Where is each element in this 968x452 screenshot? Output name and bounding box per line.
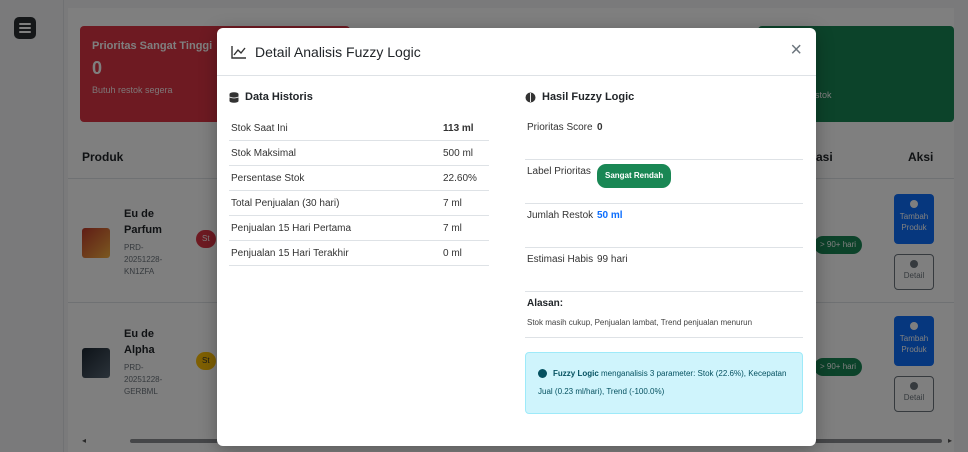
brain-icon <box>525 92 536 102</box>
priority-score-row: Prioritas Score 0 <box>525 116 803 160</box>
historical-data-section: Data Historis Stok Saat Ini 113 ml Stok M… <box>229 88 489 266</box>
close-icon[interactable]: × <box>790 40 802 60</box>
database-icon <box>229 91 239 103</box>
table-row: Stok Maksimal 500 ml <box>229 141 489 166</box>
fuzzy-detail-modal: Detail Analisis Fuzzy Logic × Data Histo… <box>217 28 816 446</box>
table-row: Total Penjualan (30 hari) 7 ml <box>229 191 489 216</box>
table-row: Penjualan 15 Hari Pertama 7 ml <box>229 216 489 241</box>
modal-title: Detail Analisis Fuzzy Logic <box>255 43 421 60</box>
info-alert: Fuzzy Logic menganalisis 3 parameter: St… <box>525 352 803 414</box>
reason-block: Alasan: Stok masih cukup, Penjualan lamb… <box>525 292 803 338</box>
restock-amount-row: Jumlah Restok 50 ml <box>525 204 803 248</box>
estimate-row: Estimasi Habis 99 hari <box>525 248 803 292</box>
priority-label-row: Label Prioritas Sangat Rendah <box>525 160 803 204</box>
modal-header: Detail Analisis Fuzzy Logic × <box>217 28 816 76</box>
priority-badge: Sangat Rendah <box>597 164 672 188</box>
table-row: Stok Saat Ini 113 ml <box>229 116 489 141</box>
table-row: Persentase Stok 22.60% <box>229 166 489 191</box>
info-icon <box>538 369 547 379</box>
section-heading: Data Historis <box>229 88 489 106</box>
line-chart-icon <box>231 45 246 59</box>
fuzzy-result-section: Hasil Fuzzy Logic Prioritas Score 0 Labe… <box>525 88 803 414</box>
section-heading: Hasil Fuzzy Logic <box>525 88 803 106</box>
table-row: Penjualan 15 Hari Terakhir 0 ml <box>229 241 489 266</box>
